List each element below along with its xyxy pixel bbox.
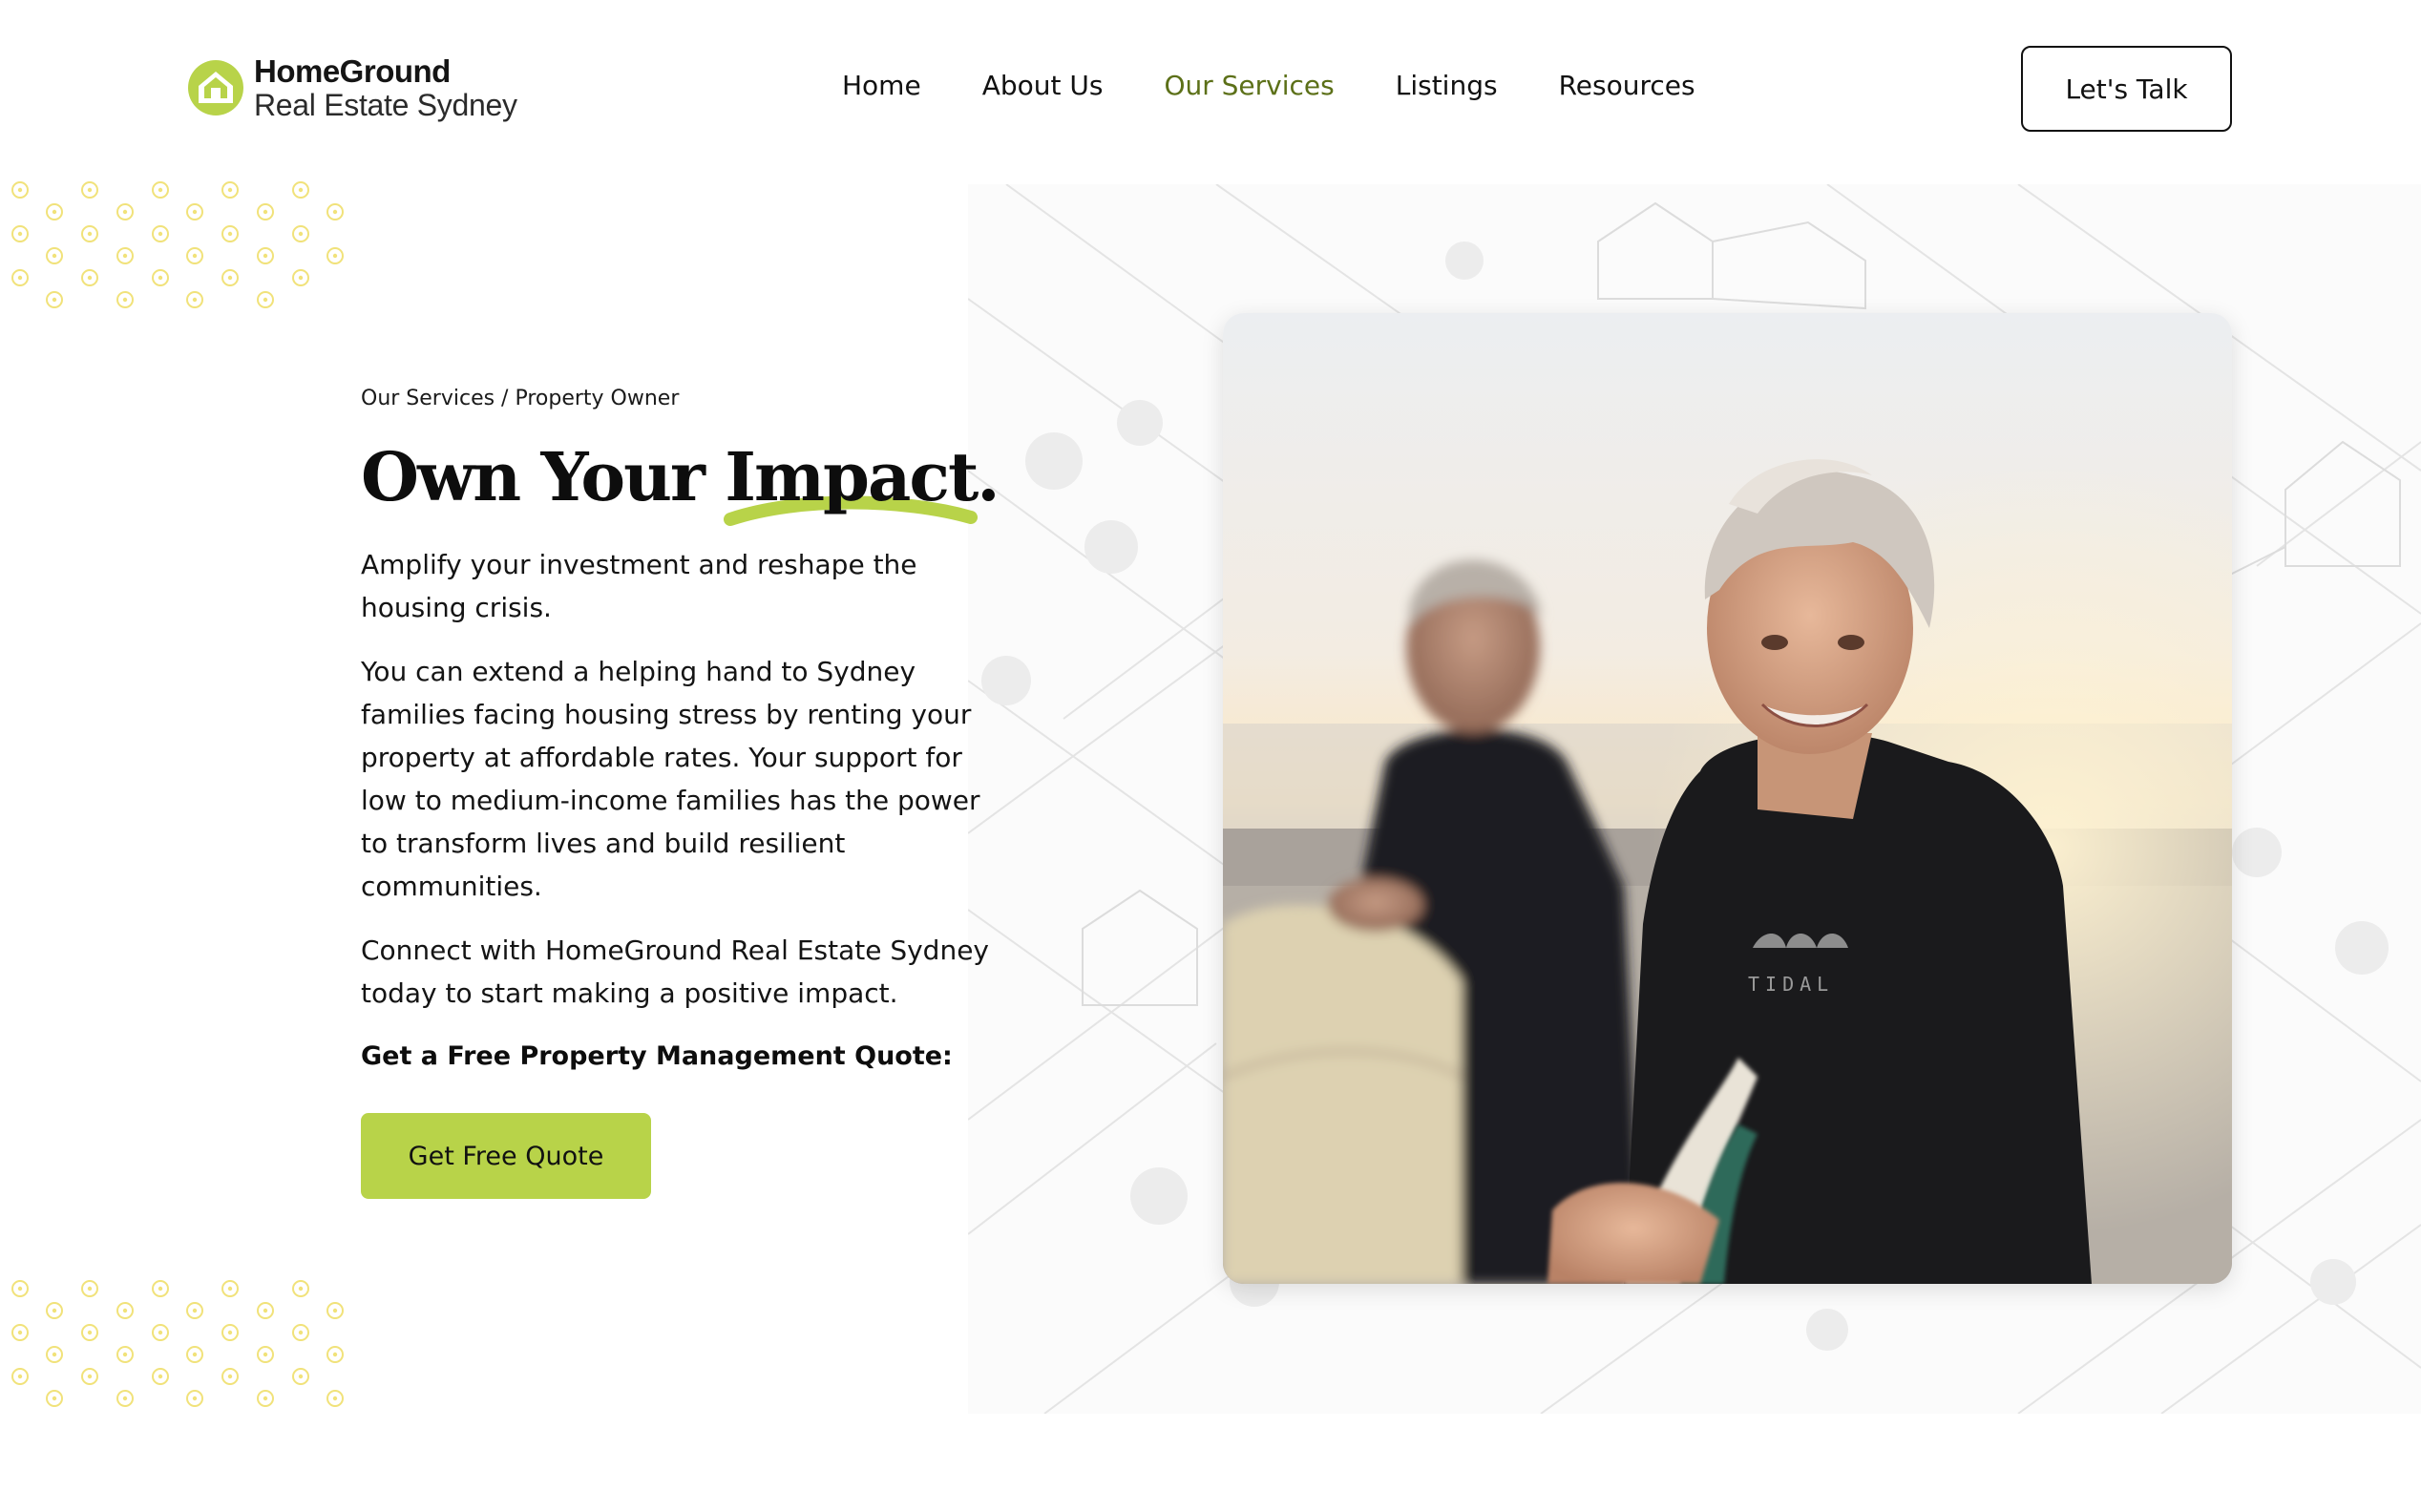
nav-about-us[interactable]: About Us	[982, 70, 1104, 101]
dot-pattern-bottom-left	[11, 1280, 344, 1407]
nav-home[interactable]: Home	[842, 70, 921, 101]
lets-talk-button[interactable]: Let's Talk	[2021, 46, 2232, 132]
brand-name: HomeGround	[254, 53, 451, 89]
page-title: Own Your Impact.	[361, 437, 1010, 526]
home-logo-icon	[188, 60, 243, 116]
main-nav: Home About Us Our Services Listings Reso…	[842, 70, 1695, 101]
dot-grid	[11, 1280, 344, 1407]
intro-paragraph: Amplify your investment and reshape the …	[361, 549, 917, 623]
body-paragraph: You can extend a helping hand to Sydney …	[361, 656, 980, 902]
older-couple-surfers-photo: TIDAL	[1223, 313, 2232, 1284]
hero-copy: Our Services / Property Owner Own Your I…	[361, 387, 1010, 1199]
brand-subtitle: Real Estate Sydney	[254, 88, 517, 122]
breadcrumb[interactable]: Our Services / Property Owner	[361, 387, 1010, 410]
wetsuit-logo-text: TIDAL	[1748, 973, 1834, 996]
dot-grid	[11, 181, 344, 308]
get-free-quote-button[interactable]: Get Free Quote	[361, 1113, 651, 1199]
nav-our-services[interactable]: Our Services	[1164, 70, 1334, 101]
nav-listings[interactable]: Listings	[1396, 70, 1498, 101]
nav-resources[interactable]: Resources	[1559, 70, 1695, 101]
headline-accent-text: Impact.	[725, 437, 1000, 516]
connect-paragraph: Connect with HomeGround Real Estate Sydn…	[361, 934, 989, 1009]
brand-logo[interactable]: HomeGround Real Estate Sydney	[187, 55, 517, 120]
headline-accent: Impact.	[724, 437, 1000, 526]
brand-wordmark: HomeGround Real Estate Sydney	[254, 55, 517, 120]
dot-pattern-top-left	[11, 181, 344, 308]
headline-main: Own Your	[361, 437, 726, 516]
hero-photo: TIDAL	[1223, 313, 2232, 1284]
quote-lead-text: Get a Free Property Management Quote:	[361, 1041, 953, 1071]
